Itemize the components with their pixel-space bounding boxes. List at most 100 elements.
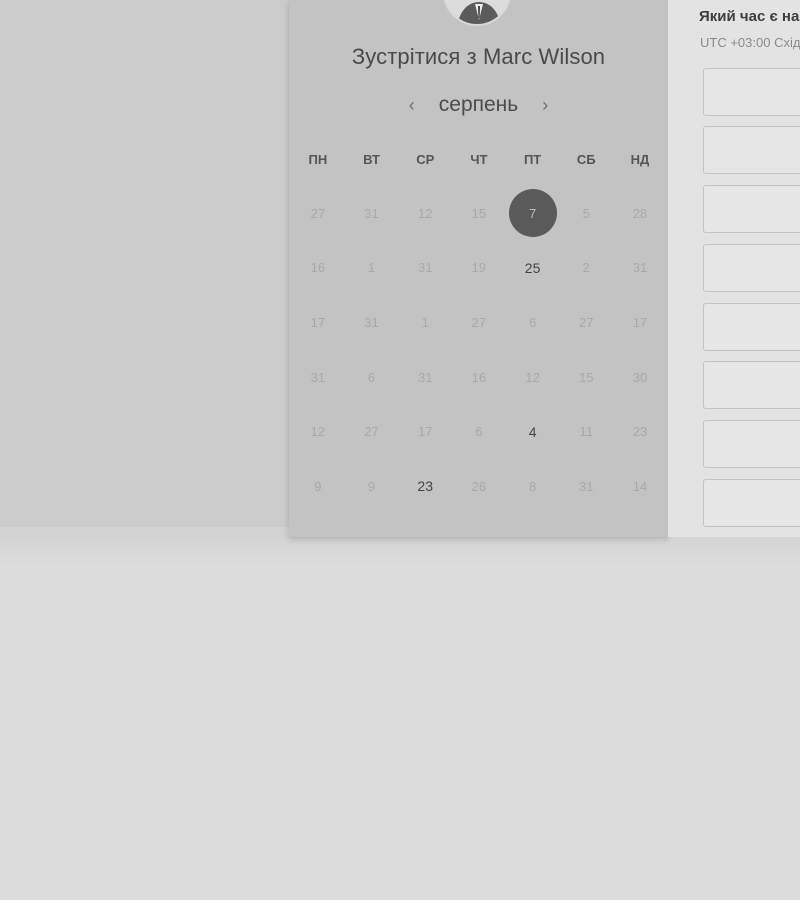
day-number: 27 [310, 205, 326, 221]
day-number: 27 [471, 314, 487, 330]
day-number: 31 [310, 369, 326, 385]
calendar-day: 31 [613, 241, 667, 296]
calendar-day: 8 [506, 459, 560, 514]
day-number: 26 [471, 478, 487, 494]
calendar-day: 6 [452, 404, 506, 459]
day-number: 31 [417, 369, 433, 385]
day-number: 31 [579, 478, 594, 494]
day-number: 8 [528, 478, 537, 494]
chevron-right-icon[interactable]: › [534, 91, 556, 119]
calendar-day: 27 [559, 295, 613, 350]
calendar-day: 15 [559, 350, 613, 405]
time-selection-panel: Який час є на UTC +03:00 Схід [668, 0, 800, 537]
available-date[interactable]: 25 [506, 241, 560, 296]
weekday-header-row: ПН ВТ СР ЧТ ПТ СБ НД [291, 148, 668, 172]
day-number: 27 [364, 424, 379, 440]
calendar-day: 5 [559, 186, 613, 241]
timezone-label[interactable]: UTC +03:00 Схід [700, 35, 800, 50]
day-number: 17 [310, 314, 326, 330]
day-number: 17 [417, 424, 433, 440]
chevron-left-icon[interactable]: ‹ [401, 91, 423, 119]
time-slot-button[interactable] [703, 420, 800, 468]
day-number: 16 [471, 369, 487, 385]
calendar-day: 1 [345, 241, 399, 296]
calendar-day: 31 [291, 350, 345, 405]
day-number: 23 [417, 478, 433, 495]
available-date[interactable]: 4 [506, 404, 560, 459]
time-slot-button[interactable] [703, 126, 800, 174]
month-label: серпень [438, 93, 519, 116]
day-number: 25 [524, 259, 541, 276]
calendar-day: 31 [345, 295, 399, 350]
day-number: 15 [579, 369, 594, 385]
weekday-label: ПТ [523, 152, 542, 167]
calendar-day: 28 [613, 186, 667, 241]
left-panel-backdrop [0, 0, 289, 527]
day-number: 6 [367, 369, 376, 385]
day-number: 14 [632, 478, 648, 494]
day-number: 12 [417, 205, 433, 221]
day-number: 7 [508, 189, 557, 238]
day-number: 2 [582, 260, 590, 276]
time-slot-button[interactable] [703, 303, 800, 351]
calendar-day: 31 [345, 186, 399, 241]
calendar-day: 31 [398, 241, 452, 296]
calendar-days-grid: 27 31 12 15 7 5 28 16 1 31 19 25 2 31 17 31 1 27 6 27 17 31 6 3… [291, 186, 668, 514]
weekday-label: ПН [308, 152, 328, 167]
day-number: 5 [582, 205, 590, 221]
time-slot-button[interactable] [703, 244, 800, 292]
day-number: 19 [471, 260, 487, 276]
meeting-title: Зустрітися з Marc Wilson [351, 44, 606, 69]
calendar-day: 27 [345, 404, 399, 459]
day-number: 23 [632, 424, 648, 440]
calendar-day: 16 [291, 241, 345, 296]
calendar-day: 15 [452, 186, 506, 241]
selected-date[interactable]: 7 [506, 186, 560, 241]
day-number: 31 [417, 260, 433, 276]
calendar-day: 31 [398, 350, 452, 405]
month-navigation: ‹ серпень › [289, 91, 668, 119]
calendar-day: 23 [613, 404, 667, 459]
day-number: 28 [632, 205, 648, 221]
calendar-day: 17 [291, 295, 345, 350]
day-number: 31 [632, 260, 648, 276]
calendar-day: 27 [291, 186, 345, 241]
day-number: 27 [579, 314, 594, 330]
weekday-label: ЧТ [470, 152, 488, 167]
time-slot-button[interactable] [703, 68, 800, 116]
weekday-label: СБ [576, 152, 596, 167]
calendar-day: 16 [452, 350, 506, 405]
time-slot-button[interactable] [703, 361, 800, 409]
weekday-label: СР [416, 152, 435, 167]
calendar-day: 11 [559, 404, 613, 459]
day-number: 12 [525, 369, 540, 385]
calendar-day: 2 [559, 241, 613, 296]
calendar-day: 27 [452, 295, 506, 350]
day-number: 15 [471, 205, 487, 221]
calendar-day: 14 [613, 459, 667, 514]
weekday-label: ВТ [363, 152, 380, 167]
time-slot-button[interactable] [703, 479, 800, 527]
day-number: 6 [528, 314, 537, 330]
host-avatar [443, 0, 511, 26]
time-question-heading: Який час є на [699, 8, 800, 25]
day-number: 1 [367, 260, 376, 276]
page-shadow [0, 537, 800, 567]
calendar-day: 19 [452, 241, 506, 296]
calendar-day: 12 [506, 350, 560, 405]
day-number: 4 [528, 423, 537, 440]
day-number: 9 [367, 478, 376, 494]
calendar-day: 31 [559, 459, 613, 514]
calendar-card: Зустрітися з Marc Wilson ‹ серпень › ПН В… [289, 0, 668, 537]
time-slot-button[interactable] [703, 185, 800, 233]
day-number: 12 [310, 424, 326, 440]
calendar-day: 12 [398, 186, 452, 241]
calendar-day: 17 [398, 404, 452, 459]
calendar-day: 30 [613, 350, 667, 405]
calendar-day: 6 [506, 295, 560, 350]
available-date[interactable]: 23 [398, 459, 452, 514]
calendar-day: 6 [345, 350, 399, 405]
day-number: 31 [364, 314, 379, 330]
calendar-day: 26 [452, 459, 506, 514]
calendar-day: 9 [291, 459, 345, 514]
